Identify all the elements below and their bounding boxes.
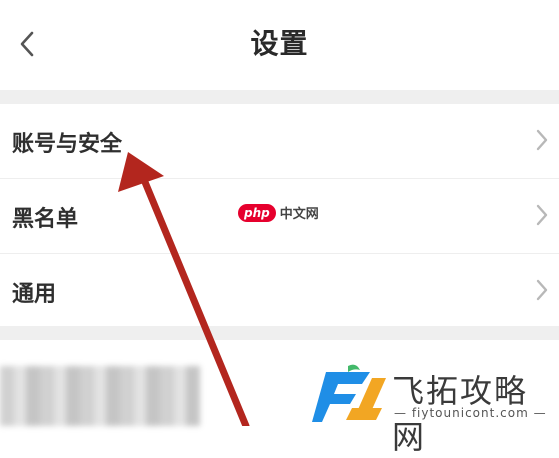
- settings-item-label: 通用: [12, 282, 57, 307]
- php-watermark: php 中文网: [238, 203, 319, 222]
- chevron-right-icon: [536, 279, 548, 301]
- php-logo-badge: php: [238, 203, 276, 222]
- settings-item-label: 黑名单: [12, 207, 79, 232]
- section-separator: [0, 90, 559, 104]
- chevron-right-icon: [536, 129, 548, 151]
- brand-logo-icon: [312, 364, 386, 422]
- settings-item-account-security[interactable]: 账号与安全: [0, 104, 559, 178]
- section-separator: [0, 326, 559, 340]
- page-title: 设置: [250, 27, 309, 60]
- settings-item-label: 账号与安全: [12, 132, 123, 157]
- settings-item-general[interactable]: 通用: [0, 253, 559, 328]
- header-bar: 设置: [0, 0, 559, 90]
- php-watermark-text: 中文网: [279, 207, 319, 222]
- chevron-right-icon: [536, 204, 548, 226]
- blurred-content: [0, 366, 200, 426]
- brand-watermark-url: — fiytounicont.com —: [394, 406, 547, 420]
